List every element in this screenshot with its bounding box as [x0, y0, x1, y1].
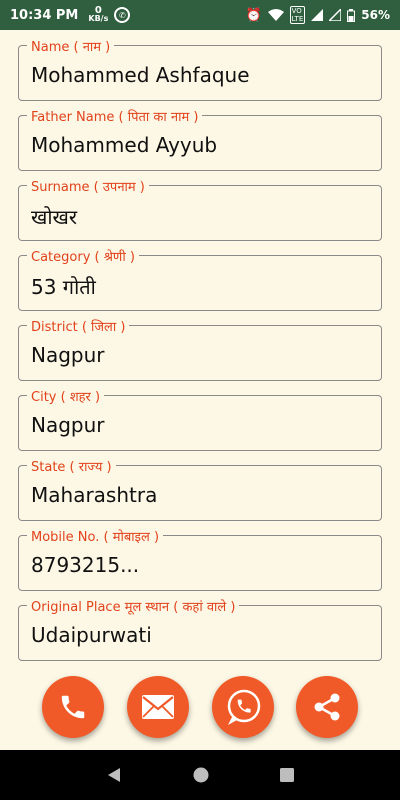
- field-mobile[interactable]: Mobile No. ( मोबाइल ) 8793215...: [18, 527, 382, 591]
- field-father-name-value: Mohammed Ayyub: [31, 133, 218, 157]
- whatsapp-icon: [227, 689, 261, 725]
- recents-icon[interactable]: [279, 767, 295, 783]
- whatsapp-button[interactable]: [212, 676, 274, 738]
- field-mobile-value: 8793215...: [31, 553, 140, 577]
- call-button[interactable]: [42, 676, 104, 738]
- whatsapp-notification-icon: ✆: [114, 7, 131, 23]
- status-time: 10:34 PM: [10, 7, 79, 23]
- field-name-label: Name ( नाम ): [27, 37, 115, 55]
- field-state-value: Maharashtra: [31, 483, 158, 507]
- field-father-name-label: Father Name ( पिता का नाम ): [27, 107, 203, 125]
- field-category-label: Category ( श्रेणी ): [27, 247, 139, 265]
- phone-icon: [61, 695, 85, 719]
- field-surname[interactable]: Surname ( उपनाम ) खोखर: [18, 177, 382, 241]
- signal-icon: [311, 9, 324, 21]
- signal-icon-2: [329, 9, 342, 21]
- battery-icon: [347, 8, 356, 22]
- field-district-label: District ( जिला ): [27, 317, 130, 335]
- home-icon[interactable]: [192, 766, 210, 784]
- field-city-label: City ( शहर ): [27, 387, 105, 405]
- field-original-place-label: Original Place मूल स्थान ( कहां वाले ): [27, 597, 240, 615]
- field-name-value: Mohammed Ashfaque: [31, 63, 250, 87]
- battery-percent: 56%: [361, 8, 390, 22]
- field-mobile-label: Mobile No. ( मोबाइल ): [27, 527, 164, 545]
- back-icon[interactable]: [105, 766, 123, 784]
- field-surname-value: खोखर: [31, 205, 78, 229]
- field-father-name[interactable]: Father Name ( पिता का नाम ) Mohammed Ayy…: [18, 107, 382, 171]
- share-icon: [314, 693, 340, 721]
- field-name[interactable]: Name ( नाम ) Mohammed Ashfaque: [18, 37, 382, 101]
- data-rate-unit: KB/s: [88, 14, 109, 23]
- volte-icon: VO LTE: [289, 6, 306, 24]
- email-button[interactable]: [127, 676, 189, 738]
- field-state[interactable]: State ( राज्य ) Maharashtra: [18, 457, 382, 521]
- field-city-value: Nagpur: [31, 413, 105, 437]
- field-district[interactable]: District ( जिला ) Nagpur: [18, 317, 382, 381]
- field-original-place[interactable]: Original Place मूल स्थान ( कहां वाले ) U…: [18, 597, 382, 661]
- data-rate-indicator: 0 KB/s: [88, 6, 109, 23]
- field-district-value: Nagpur: [31, 343, 105, 367]
- wifi-icon: [267, 9, 284, 21]
- field-category[interactable]: Category ( श्रेणी ) 53 गोती: [18, 247, 382, 311]
- share-button[interactable]: [296, 676, 358, 738]
- mail-icon: [142, 695, 174, 719]
- field-surname-label: Surname ( उपनाम ): [27, 177, 149, 195]
- system-nav-bar: [0, 750, 400, 800]
- alarm-icon: ⏰: [245, 7, 262, 23]
- field-category-value: 53 गोती: [31, 275, 96, 299]
- field-state-label: State ( राज्य ): [27, 457, 116, 475]
- field-original-place-value: Udaipurwati: [31, 623, 152, 647]
- status-bar: 10:34 PM 0 KB/s ✆ ⏰ VO LTE 56%: [0, 0, 400, 30]
- field-city[interactable]: City ( शहर ) Nagpur: [18, 387, 382, 451]
